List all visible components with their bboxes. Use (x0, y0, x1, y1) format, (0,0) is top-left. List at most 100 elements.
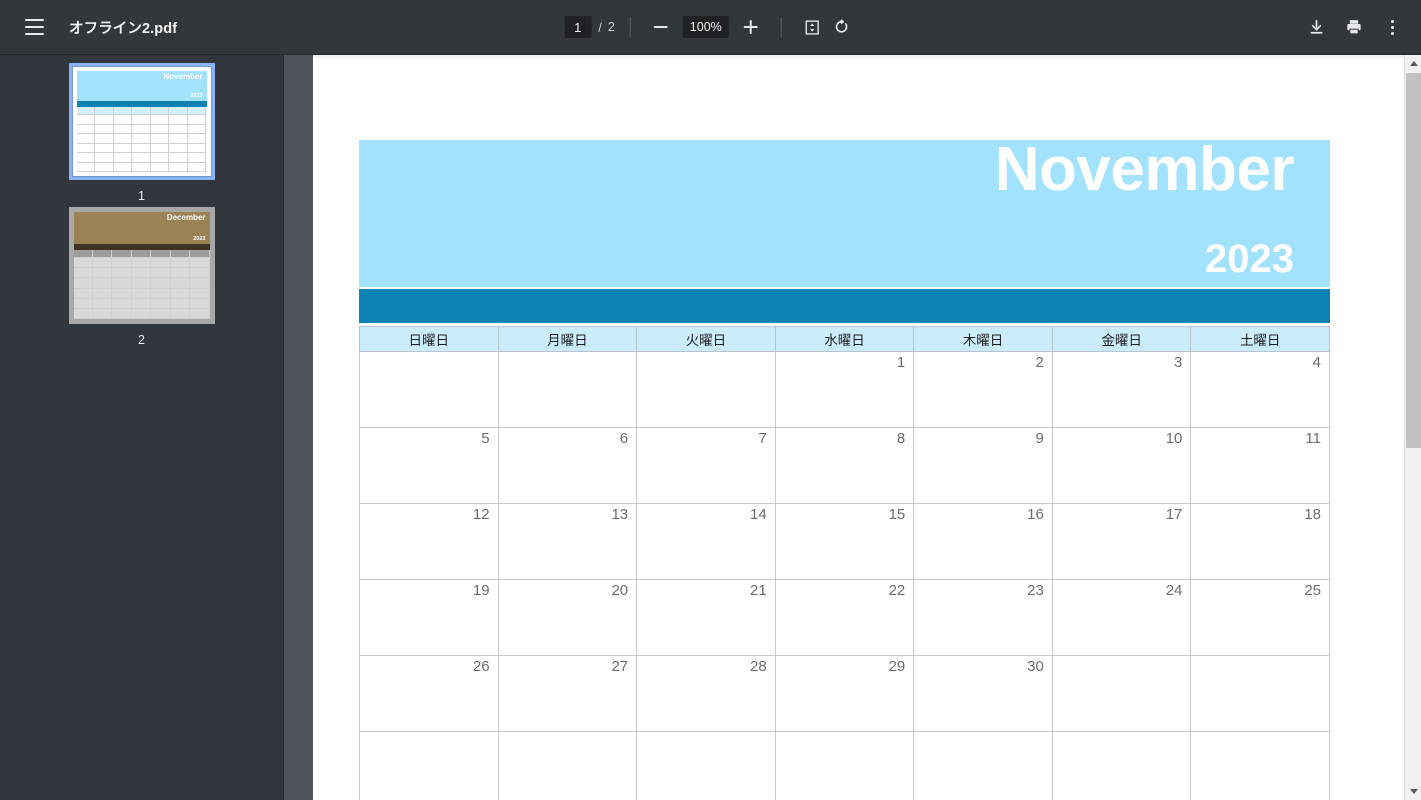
calendar-day-cell: 4 (1190, 351, 1330, 428)
zoom-in-button[interactable] (736, 12, 766, 42)
minus-icon (653, 19, 669, 35)
fit-to-page-button[interactable] (797, 12, 827, 42)
calendar-day-cell (359, 731, 499, 800)
calendar-day-cell: 8 (774, 427, 915, 504)
thumbnail-2-header: December 2023 (73, 212, 210, 245)
calendar-day-cell: 6 (497, 427, 638, 504)
page-number-input[interactable] (564, 16, 592, 38)
calendar-day-cell (636, 351, 776, 428)
calendar-day-cell: 18 (1190, 503, 1330, 580)
menu-bar-2 (24, 26, 44, 28)
calendar-day-cell: 11 (1190, 427, 1330, 504)
calendar-day-cell: 5 (359, 427, 499, 504)
toolbar-right-group (1301, 12, 1407, 42)
calendar-day-cell: 20 (497, 579, 638, 656)
calendar-day-cell: 24 (1051, 579, 1192, 656)
pdf-viewer[interactable]: November 2023 日曜日 月曜日 火曜日 水曜日 木曜日 金曜日 土曜… (313, 55, 1404, 800)
calendar-day-cell: 1 (774, 351, 915, 428)
calendar-year-title: 2023 (1205, 237, 1294, 281)
pdf-page-1: November 2023 日曜日 月曜日 火曜日 水曜日 木曜日 金曜日 土曜… (313, 58, 1404, 800)
scrollbar-thumb[interactable] (1406, 73, 1421, 448)
calendar-day-cell (774, 731, 915, 800)
thumbnail-1-header: November 2023 (76, 71, 207, 102)
toolbar-left-group: オフライン2.pdf (0, 11, 300, 43)
menu-bar-1 (24, 19, 44, 21)
thumbnail-page-2-canvas: December 2023 (68, 207, 215, 324)
calendar-week-row (359, 731, 1330, 800)
fit-to-page-icon (805, 19, 819, 35)
calendar-header: November 2023 (359, 135, 1330, 287)
calendar-day-cell (497, 351, 638, 428)
calendar-day-cell (1190, 731, 1330, 800)
weekday-tuesday: 火曜日 (636, 326, 776, 352)
calendar-day-cell (913, 731, 1053, 800)
scroll-up-button[interactable] (1405, 55, 1421, 72)
calendar-day-cell (1051, 731, 1192, 800)
zoom-level-display[interactable]: 100% (682, 16, 729, 38)
rotate-button[interactable] (827, 12, 857, 42)
calendar-weekday-header: 日曜日 月曜日 火曜日 水曜日 木曜日 金曜日 土曜日 (359, 326, 1330, 352)
page-count: 2 (607, 20, 615, 34)
calendar-day-cell: 30 (913, 655, 1053, 732)
print-button[interactable] (1339, 12, 1369, 42)
thumbnail-sidebar[interactable]: November 2023 1 December 2023 2 (0, 55, 283, 800)
scroll-up-arrow-icon (1409, 61, 1418, 66)
calendar-day-cell (1190, 655, 1330, 732)
calendar-day-cell: 16 (913, 503, 1053, 580)
thumbnail-page-2[interactable]: December 2023 (68, 207, 215, 324)
thumbnail-1-year: 2023 (190, 92, 203, 99)
calendar-day-cell (1051, 655, 1192, 732)
calendar-day-cell: 17 (1051, 503, 1192, 580)
thumbnail-2-year: 2023 (193, 235, 206, 242)
calendar-day-cell: 28 (636, 655, 776, 732)
calendar-week-row: 19 20 21 22 23 24 25 (359, 579, 1330, 656)
hamburger-menu-icon[interactable] (18, 11, 50, 43)
calendar-body: 1 2 3 4 5 6 7 8 9 10 11 12 13 14 15 16 1… (359, 351, 1330, 800)
more-options-icon (1390, 19, 1394, 35)
scroll-down-arrow-icon (1409, 789, 1418, 794)
more-options-button[interactable] (1377, 12, 1407, 42)
calendar-week-row: 1 2 3 4 (359, 351, 1330, 428)
page-navigation: / 2 (564, 16, 615, 38)
thumbnail-2-grid (73, 250, 210, 319)
thumbnail-1-grid (76, 107, 207, 172)
sidebar-splitter[interactable] (283, 55, 313, 800)
calendar-day-cell: 7 (636, 427, 776, 504)
kebab-dot-2 (1390, 25, 1394, 29)
calendar-day-cell (636, 731, 776, 800)
calendar-day-cell: 3 (1051, 351, 1192, 428)
calendar-day-cell: 25 (1190, 579, 1330, 656)
rotate-counterclockwise-icon (835, 19, 848, 33)
calendar-day-cell: 23 (913, 579, 1053, 656)
calendar-table: 日曜日 月曜日 火曜日 水曜日 木曜日 金曜日 土曜日 1 2 3 4 5 6 … (359, 326, 1330, 800)
download-icon (1310, 19, 1322, 34)
pdf-toolbar: オフライン2.pdf / 2 100% (0, 0, 1421, 55)
calendar-accent-band (359, 289, 1330, 323)
calendar-day-cell: 14 (636, 503, 776, 580)
thumbnail-page-1[interactable]: November 2023 (68, 63, 215, 180)
document-title: オフライン2.pdf (69, 20, 178, 37)
weekday-friday: 金曜日 (1051, 326, 1192, 352)
toolbar-divider-1 (629, 17, 631, 37)
calendar-week-row: 26 27 28 29 30 (359, 655, 1330, 732)
kebab-dot-1 (1390, 19, 1394, 23)
calendar-day-cell: 15 (774, 503, 915, 580)
download-button[interactable] (1301, 12, 1331, 42)
calendar-month-title: November (994, 135, 1295, 204)
thumbnail-item-2[interactable]: December 2023 2 (0, 207, 283, 347)
thumbnail-2-month: December (166, 213, 206, 222)
plus-icon (743, 19, 759, 35)
calendar-week-row: 12 13 14 15 16 17 18 (359, 503, 1330, 580)
weekday-wednesday: 水曜日 (774, 326, 915, 352)
calendar-day-cell: 13 (497, 503, 638, 580)
weekday-sunday: 日曜日 (359, 326, 499, 352)
vertical-scrollbar[interactable] (1404, 55, 1421, 800)
thumbnail-item-1[interactable]: November 2023 1 (0, 63, 283, 203)
scroll-down-button[interactable] (1405, 783, 1421, 800)
calendar-day-cell (359, 351, 499, 428)
calendar-day-cell: 2 (913, 351, 1053, 428)
calendar: November 2023 日曜日 月曜日 火曜日 水曜日 木曜日 金曜日 土曜… (359, 135, 1330, 800)
calendar-day-cell (497, 731, 638, 800)
zoom-out-button[interactable] (646, 12, 676, 42)
weekday-saturday: 土曜日 (1190, 326, 1330, 352)
